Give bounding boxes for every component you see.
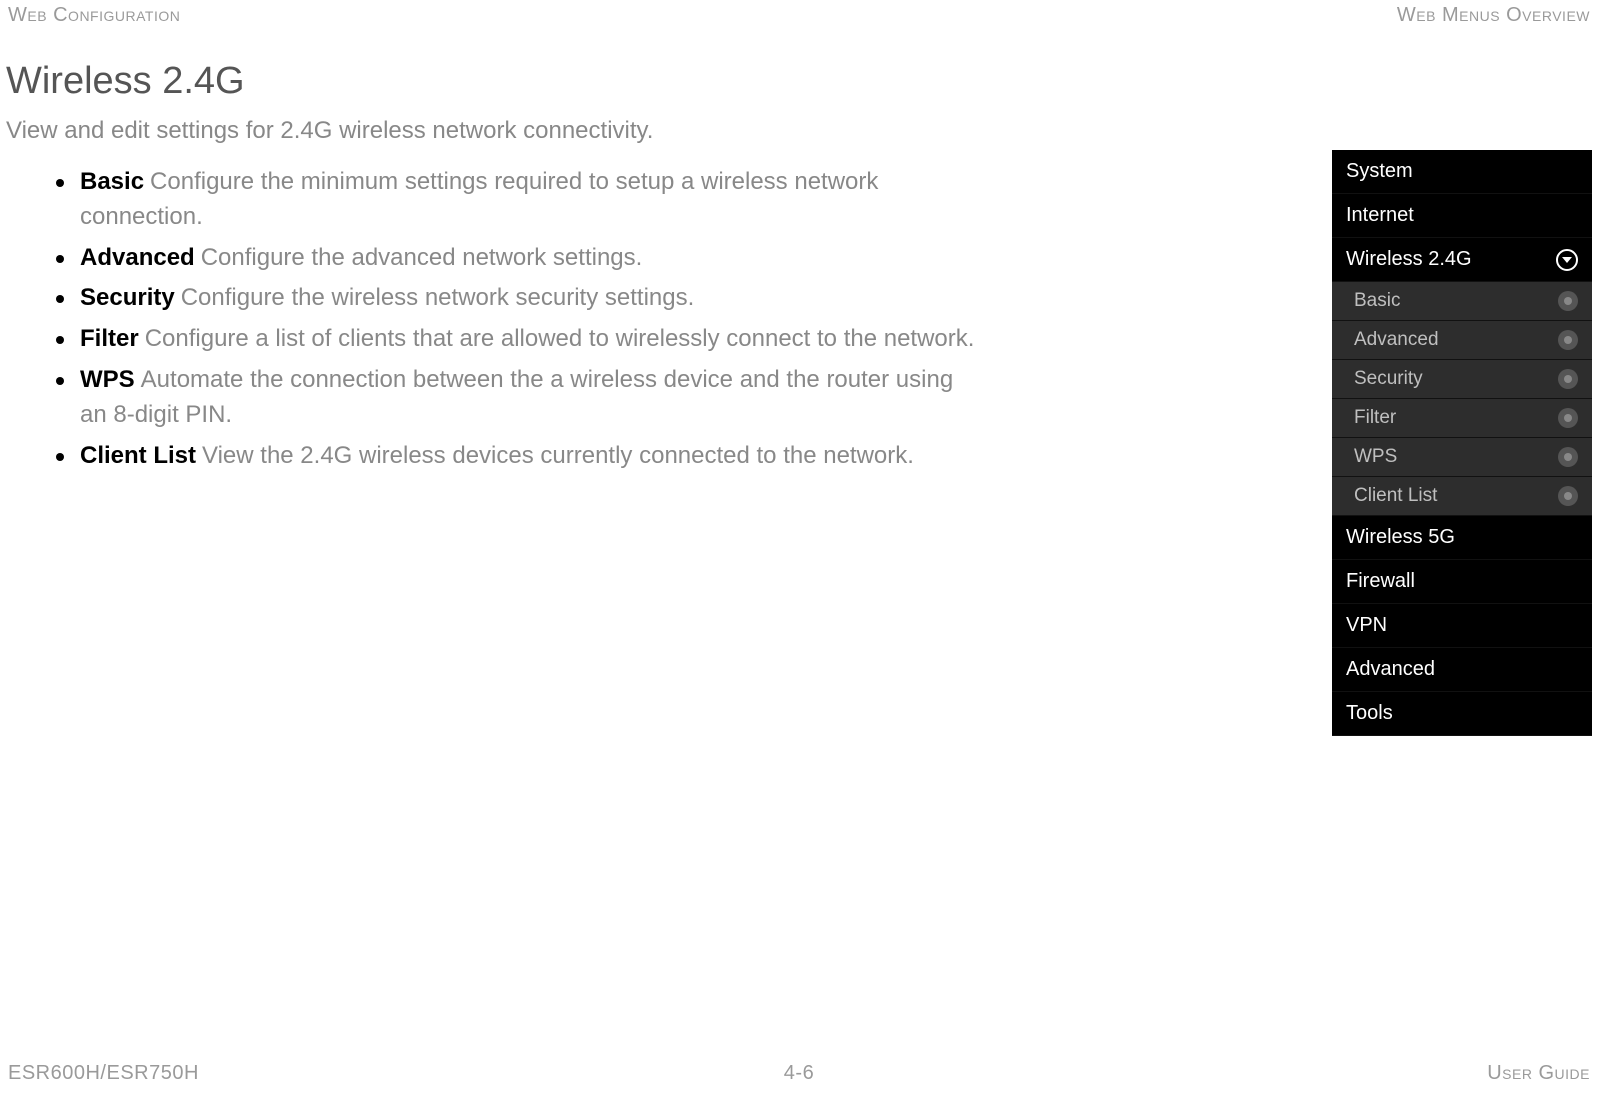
menu-item-advanced[interactable]: Advanced <box>1332 648 1592 692</box>
menu-item-wireless-24g[interactable]: Wireless 2.4G <box>1332 238 1592 282</box>
term: WPS <box>80 366 135 393</box>
main-text: Wireless 2.4G View and edit settings for… <box>6 60 1292 479</box>
header-right: Web Menus Overview <box>1397 4 1590 27</box>
submenu-item-advanced[interactable]: Advanced <box>1332 321 1592 360</box>
submenu-label: Filter <box>1354 407 1396 429</box>
term: Filter <box>80 325 139 352</box>
submenu-item-filter[interactable]: Filter <box>1332 399 1592 438</box>
list-item: WPSAutomate the connection between the a… <box>56 363 976 433</box>
desc: Configure the advanced network settings. <box>201 244 643 271</box>
term: Basic <box>80 168 144 195</box>
submenu-label: WPS <box>1354 446 1397 468</box>
feature-list: BasicConfigure the minimum settings requ… <box>6 165 1292 473</box>
term: Security <box>80 284 175 311</box>
menu-label: Tools <box>1346 702 1393 725</box>
circle-icon <box>1558 291 1578 311</box>
desc: Automate the connection between the a wi… <box>80 366 953 428</box>
menu-item-firewall[interactable]: Firewall <box>1332 560 1592 604</box>
list-item: BasicConfigure the minimum settings requ… <box>56 165 976 235</box>
desc: Configure the minimum settings required … <box>80 168 878 230</box>
nav-menu: System Internet Wireless 2.4G Basic Adva… <box>1332 150 1592 736</box>
submenu-item-security[interactable]: Security <box>1332 360 1592 399</box>
menu-label: Advanced <box>1346 658 1435 681</box>
page-title: Wireless 2.4G <box>6 60 1292 103</box>
term: Client List <box>80 442 196 469</box>
submenu-item-basic[interactable]: Basic <box>1332 282 1592 321</box>
menu-item-tools[interactable]: Tools <box>1332 692 1592 736</box>
list-item: Client ListView the 2.4G wireless device… <box>56 439 976 474</box>
list-item: SecurityConfigure the wireless network s… <box>56 281 976 316</box>
submenu-label: Basic <box>1354 290 1400 312</box>
menu-label: VPN <box>1346 614 1387 637</box>
page-footer: ESR600H/ESR750H 4-6 User Guide <box>0 1062 1598 1085</box>
menu-label: Internet <box>1346 204 1414 227</box>
menu-item-wireless-5g[interactable]: Wireless 5G <box>1332 516 1592 560</box>
desc: View the 2.4G wireless devices currently… <box>202 442 914 469</box>
menu-label: System <box>1346 160 1413 183</box>
submenu-item-client-list[interactable]: Client List <box>1332 477 1592 516</box>
menu-item-internet[interactable]: Internet <box>1332 194 1592 238</box>
header-left: Web Configuration <box>8 4 180 27</box>
submenu-label: Advanced <box>1354 329 1439 351</box>
desc: Configure the wireless network security … <box>181 284 695 311</box>
page-subtitle: View and edit settings for 2.4G wireless… <box>6 117 1292 145</box>
circle-icon <box>1558 369 1578 389</box>
menu-label: Wireless 5G <box>1346 526 1455 549</box>
desc: Configure a list of clients that are all… <box>145 325 975 352</box>
footer-right: User Guide <box>1487 1062 1590 1085</box>
circle-icon <box>1558 447 1578 467</box>
submenu-label: Security <box>1354 368 1423 390</box>
menu-item-vpn[interactable]: VPN <box>1332 604 1592 648</box>
circle-icon <box>1558 486 1578 506</box>
content-area: Wireless 2.4G View and edit settings for… <box>6 60 1592 736</box>
chevron-down-icon <box>1556 249 1578 271</box>
menu-item-system[interactable]: System <box>1332 150 1592 194</box>
menu-label: Firewall <box>1346 570 1415 593</box>
submenu-label: Client List <box>1354 485 1437 507</box>
list-item: FilterConfigure a list of clients that a… <box>56 322 976 357</box>
footer-left: ESR600H/ESR750H <box>8 1062 199 1085</box>
term: Advanced <box>80 244 195 271</box>
circle-icon <box>1558 408 1578 428</box>
list-item: AdvancedConfigure the advanced network s… <box>56 241 976 276</box>
page-header: Web Configuration Web Menus Overview <box>0 4 1598 27</box>
circle-icon <box>1558 330 1578 350</box>
menu-label: Wireless 2.4G <box>1346 248 1472 271</box>
footer-page-number: 4-6 <box>784 1062 814 1085</box>
submenu-item-wps[interactable]: WPS <box>1332 438 1592 477</box>
